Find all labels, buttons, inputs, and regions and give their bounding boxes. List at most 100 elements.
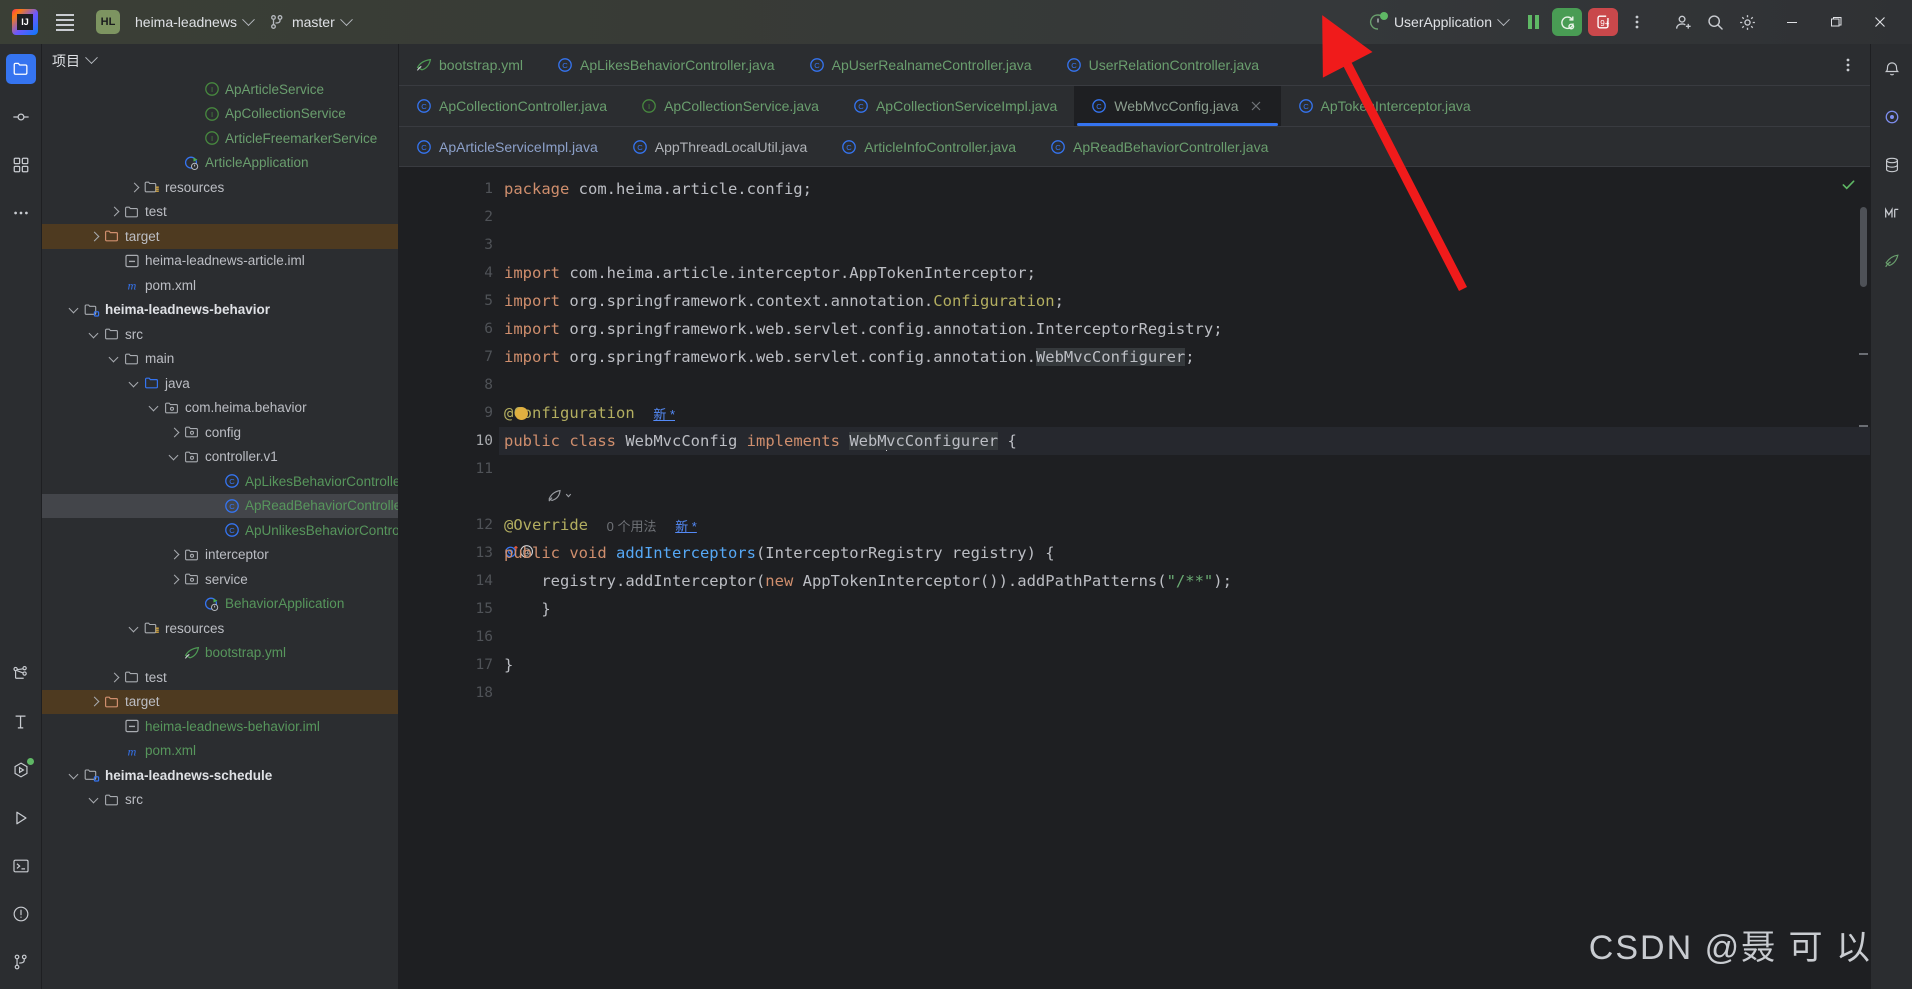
gutter-line[interactable]: 12 xyxy=(399,511,499,539)
tree-row[interactable]: ArticleApplication xyxy=(42,151,398,176)
code-line[interactable]: package com.heima.article.config; xyxy=(499,175,1870,203)
gutter-line[interactable]: 16 xyxy=(399,623,499,651)
search-everywhere-button[interactable] xyxy=(1700,7,1730,37)
spring-bean-inlay-icon[interactable] xyxy=(504,487,576,508)
more-options-button[interactable] xyxy=(1622,7,1652,37)
editor-tab[interactable]: C UserRelationController.java xyxy=(1049,44,1276,85)
code-line[interactable] xyxy=(499,679,1870,707)
code-content[interactable]: package com.heima.article.config; import … xyxy=(499,167,1870,989)
ai-assistant-icon[interactable] xyxy=(1877,102,1907,132)
gutter-line[interactable]: 4 xyxy=(399,259,499,287)
tree-row[interactable]: bootstrap.yml xyxy=(42,641,398,666)
code-line[interactable]: public void addInterceptors (InterceptorR… xyxy=(499,539,1870,567)
tree-row[interactable]: test xyxy=(42,665,398,690)
maximize-button[interactable] xyxy=(1814,0,1858,44)
gutter-line[interactable]: 18 xyxy=(399,679,499,707)
chevron-right-icon[interactable] xyxy=(128,181,141,194)
branch-selector[interactable]: master xyxy=(261,10,359,34)
database-icon[interactable] xyxy=(1877,150,1907,180)
chevron-down-icon[interactable] xyxy=(148,401,161,414)
chevron-right-icon[interactable] xyxy=(88,230,101,243)
editor-tab[interactable]: C ApTokenInterceptor.java xyxy=(1281,86,1488,126)
editor-scrollbar-thumb[interactable] xyxy=(1860,207,1867,287)
chevron-down-icon[interactable] xyxy=(128,377,141,390)
code-editor[interactable]: 1 2 3 4 5 6 7 8 9 10 11 12 13 @14 15 16 17 18 package com… xyxy=(399,167,1870,989)
editor-tab[interactable]: C AppThreadLocalUtil.java xyxy=(615,127,825,166)
editor-tab[interactable]: C WebMvcConfig.java xyxy=(1074,86,1281,126)
notifications-icon[interactable] xyxy=(1877,54,1907,84)
code-line[interactable]: @Override 0 个用法 新 * xyxy=(499,511,1870,539)
gutter-line[interactable]: 15 xyxy=(399,595,499,623)
intention-bulb-icon[interactable] xyxy=(515,406,528,420)
chevron-right-icon[interactable] xyxy=(88,695,101,708)
tree-row[interactable]: C ApUnlikesBehaviorController xyxy=(42,518,398,543)
editor-tab[interactable]: I ApCollectionService.java xyxy=(624,86,836,126)
commit-tool-icon[interactable] xyxy=(6,102,36,132)
tree-row[interactable]: m pom.xml xyxy=(42,739,398,764)
code-line[interactable]: registry.addInterceptor(new AppTokenInte… xyxy=(499,567,1870,595)
tree-row[interactable]: m pom.xml xyxy=(42,273,398,298)
code-line[interactable] xyxy=(499,483,1870,511)
code-line[interactable]: import org.springframework.web.servlet.c… xyxy=(499,343,1870,371)
line-number-gutter[interactable]: 1 2 3 4 5 6 7 8 9 10 11 12 13 @14 15 16 17 18 xyxy=(399,167,536,989)
gutter-line[interactable]: 10 xyxy=(399,427,536,455)
tree-row[interactable]: resources xyxy=(42,175,398,200)
code-line[interactable]: @Configuration 新 * xyxy=(499,399,1870,427)
tree-row[interactable]: I ApArticleService xyxy=(42,77,398,102)
gutter-line[interactable]: 9 xyxy=(399,399,499,427)
gutter-line[interactable]: 3 xyxy=(399,231,499,259)
run-dashboard-icon[interactable] xyxy=(6,755,36,785)
gutter-line[interactable]: 5 xyxy=(399,287,499,315)
tree-row[interactable]: test xyxy=(42,200,398,225)
gutter-line[interactable] xyxy=(399,483,499,511)
code-line[interactable]: } xyxy=(499,651,1870,679)
code-line[interactable]: import com.heima.article.interceptor.App… xyxy=(499,259,1870,287)
project-tool-icon[interactable] xyxy=(5,54,36,84)
rerun-with-settings-button[interactable] xyxy=(1552,8,1582,36)
account-button[interactable] xyxy=(1668,7,1698,37)
chevron-down-icon[interactable] xyxy=(128,622,141,635)
chevron-right-icon[interactable] xyxy=(168,548,181,561)
gutter-line[interactable]: 6 xyxy=(399,315,499,343)
editor-tab[interactable]: C ApUserRealnameController.java xyxy=(792,44,1049,85)
build-icon[interactable] xyxy=(6,707,36,737)
tree-row[interactable]: I ApCollectionService xyxy=(42,102,398,127)
inspections-ok-icon[interactable] xyxy=(1841,177,1856,197)
code-line[interactable]: } xyxy=(499,595,1870,623)
code-line[interactable] xyxy=(499,623,1870,651)
bean-validation-icon[interactable] xyxy=(1877,246,1907,276)
project-panel-header[interactable]: 项目 xyxy=(42,44,398,77)
tree-row[interactable]: main xyxy=(42,347,398,372)
gutter-line[interactable]: 8 xyxy=(399,371,499,399)
project-selector[interactable]: HL heima-leadnews xyxy=(88,6,261,38)
editor-tab[interactable]: bootstrap.yml xyxy=(399,44,540,85)
editor-tabs-more-icon[interactable] xyxy=(1826,44,1870,85)
project-tree[interactable]: I ApArticleService I ApCollectionService I Ar… xyxy=(42,77,398,989)
close-tab-icon[interactable] xyxy=(1249,99,1264,114)
chevron-down-icon[interactable] xyxy=(68,303,81,316)
tree-row[interactable]: target xyxy=(42,689,398,714)
editor-tab[interactable]: C ApArticleServiceImpl.java xyxy=(399,127,615,166)
code-line[interactable] xyxy=(499,231,1870,259)
code-line[interactable]: import org.springframework.context.annot… xyxy=(499,287,1870,315)
tree-row[interactable]: heima-leadnews-behavior xyxy=(42,298,398,323)
tree-row[interactable]: java xyxy=(42,371,398,396)
tree-row[interactable]: C ApLikesBehaviorController xyxy=(42,469,398,494)
tree-row[interactable]: config xyxy=(42,420,398,445)
stop-button[interactable]: 9+ xyxy=(1588,8,1618,36)
tree-row[interactable]: com.heima.behavior xyxy=(42,396,398,421)
chevron-down-icon[interactable] xyxy=(68,769,81,782)
gutter-line[interactable]: 13 @ xyxy=(399,539,534,567)
chevron-down-icon[interactable] xyxy=(108,352,121,365)
tree-row[interactable]: interceptor xyxy=(42,543,398,568)
tree-row[interactable]: controller.v1 xyxy=(42,445,398,470)
gutter-line[interactable]: 7 xyxy=(399,343,499,371)
chevron-right-icon[interactable] xyxy=(108,671,121,684)
chevron-right-icon[interactable] xyxy=(168,573,181,586)
main-menu-icon[interactable] xyxy=(48,7,82,37)
editor-tab[interactable]: C ApReadBehaviorController.java xyxy=(1033,127,1285,166)
more-tool-windows-icon[interactable] xyxy=(6,198,36,228)
tree-row[interactable]: I ArticleFreemarkerService xyxy=(42,126,398,151)
pause-button[interactable] xyxy=(1518,7,1548,37)
code-line[interactable] xyxy=(499,455,1870,483)
